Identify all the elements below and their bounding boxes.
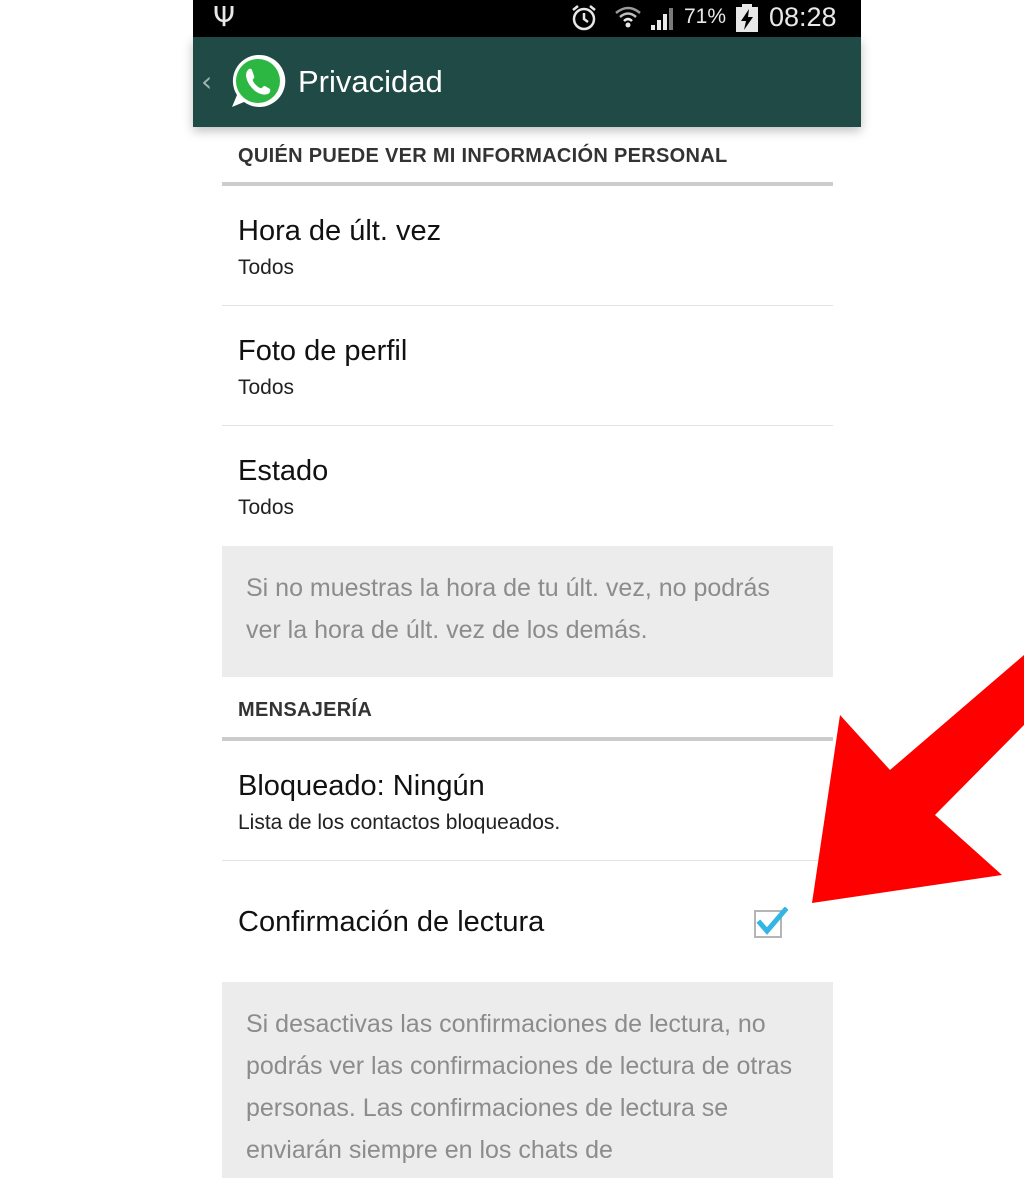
red-arrow-annotation <box>812 655 1024 903</box>
alarm-icon <box>572 5 596 31</box>
usb-icon: Ψ <box>213 0 236 33</box>
battery-charging-icon <box>736 4 758 32</box>
settings-list: QUIÉN PUEDE VER MI INFORMACIÓN PERSONAL … <box>222 127 833 1178</box>
screen-title: Privacidad <box>298 64 443 99</box>
pref-title: Foto de perfil <box>238 335 408 367</box>
pref-summary: Todos <box>238 256 295 279</box>
wifi-icon <box>615 6 641 28</box>
section-header-personal-info: QUIÉN PUEDE VER MI INFORMACIÓN PERSONAL <box>222 127 833 186</box>
pref-title: Hora de últ. vez <box>238 215 442 247</box>
pref-status[interactable]: Estado Todos <box>222 426 833 546</box>
read-receipts-checkbox[interactable] <box>754 907 788 939</box>
signal-icon <box>651 8 673 30</box>
read-receipts-info-note: Si desactivas las confirmaciones de lect… <box>222 982 833 1178</box>
section-header-label: QUIÉN PUEDE VER MI INFORMACIÓN PERSONAL <box>238 145 728 167</box>
pref-title: Estado <box>238 455 329 487</box>
pref-summary: Todos <box>238 496 295 519</box>
pref-last-seen[interactable]: Hora de últ. vez Todos <box>222 186 833 306</box>
status-bar: Ψ 71% 08:28 <box>193 0 861 37</box>
pref-read-receipts[interactable]: Confirmación de lectura <box>222 861 833 982</box>
back-icon[interactable]: ‹ <box>201 65 212 99</box>
section-header-label: MENSAJERÍA <box>238 699 373 721</box>
pref-blocked-contacts[interactable]: Bloqueado: Ningún Lista de los contactos… <box>222 741 833 861</box>
pref-title: Confirmación de lectura <box>238 906 545 938</box>
action-bar: ‹ Privacidad <box>193 37 861 127</box>
pref-summary: Lista de los contactos bloqueados. <box>238 811 561 834</box>
status-clock: 08:28 <box>769 2 837 32</box>
section-header-messaging: MENSAJERÍA <box>222 677 833 741</box>
pref-summary: Todos <box>238 376 295 399</box>
pref-title: Bloqueado: Ningún <box>238 770 485 802</box>
pref-profile-photo[interactable]: Foto de perfil Todos <box>222 306 833 426</box>
whatsapp-logo-icon[interactable] <box>229 52 287 110</box>
phone-screen: Ψ 71% 08:28 ‹ Privacidad QUIÉN PUEDE VER… <box>193 0 861 1198</box>
last-seen-info-note: Si no muestras la hora de tu últ. vez, n… <box>222 546 833 677</box>
battery-percent: 71% <box>684 5 727 28</box>
